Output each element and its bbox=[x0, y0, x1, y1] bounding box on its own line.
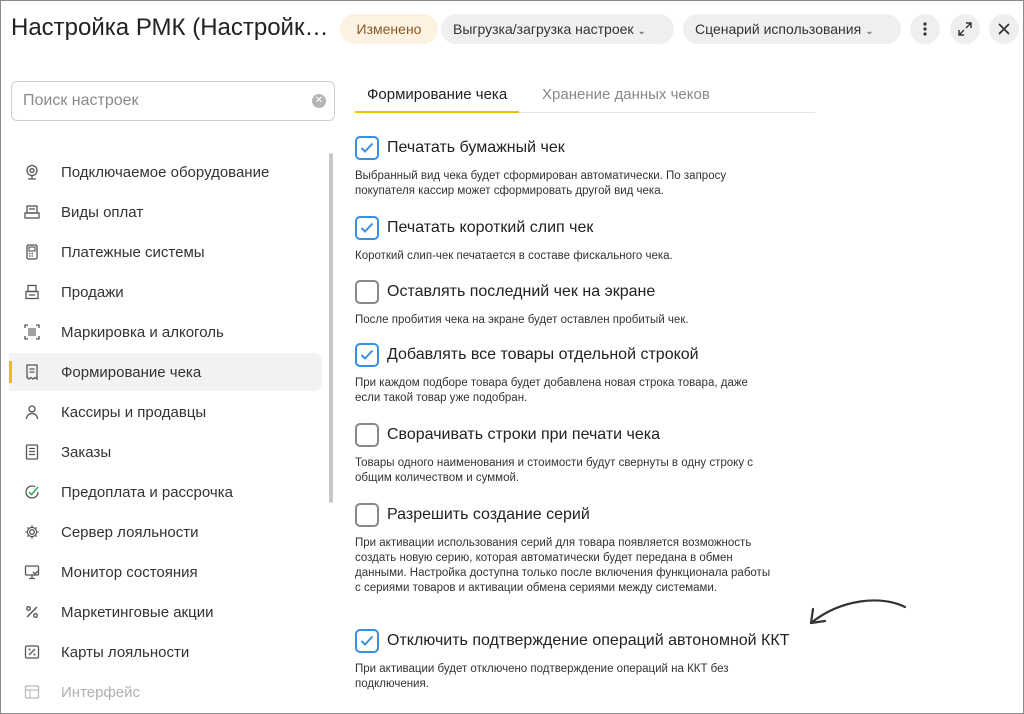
sidebar-item-equipment[interactable]: Подключаемое оборудование bbox=[9, 153, 322, 191]
setting-label: Оставлять последний чек на экране bbox=[387, 283, 656, 300]
setting-label: Печатать короткий слип чек bbox=[387, 219, 594, 236]
sidebar-item-label: Подключаемое оборудование bbox=[61, 163, 270, 181]
document-list-icon bbox=[23, 443, 41, 461]
checkbox[interactable] bbox=[355, 216, 379, 240]
sidebar-item-label: Маркировка и алкоголь bbox=[61, 323, 224, 341]
receipt-icon bbox=[23, 363, 41, 381]
sidebar-item-label: Формирование чека bbox=[61, 363, 202, 381]
sidebar-item-payment-types[interactable]: Виды оплат bbox=[9, 193, 322, 231]
sidebar-item-payment-systems[interactable]: Платежные системы bbox=[9, 233, 322, 271]
setting-description: При активации использования серий для то… bbox=[355, 537, 771, 594]
expand-icon bbox=[958, 22, 972, 36]
sidebar-item-loyalty-server[interactable]: Сервер лояльности bbox=[9, 513, 322, 551]
more-vertical-icon bbox=[923, 22, 927, 36]
sidebar-item-loyalty-cards[interactable]: Карты лояльности bbox=[9, 633, 322, 671]
sidebar-item-cashiers[interactable]: Кассиры и продавцы bbox=[9, 393, 322, 431]
sidebar-item-label: Интерфейс bbox=[61, 683, 141, 701]
setting-label: Разрешить создание серий bbox=[387, 506, 590, 523]
sidebar-item-receipt-formation[interactable]: Формирование чека bbox=[9, 353, 322, 391]
sidebar-item-label: Маркетинговые акции bbox=[61, 603, 214, 621]
sidebar-item-label: Заказы bbox=[61, 443, 112, 461]
pos-terminal-icon bbox=[23, 243, 41, 261]
export-import-menu-label: Выгрузка/загрузка настроек bbox=[453, 21, 634, 37]
usage-scenario-menu-button[interactable]: Сценарий использования ⌄ bbox=[683, 14, 901, 44]
setting-description: При активации будет отключено подтвержде… bbox=[355, 663, 729, 690]
more-options-button[interactable] bbox=[910, 14, 940, 44]
gear-icon bbox=[23, 523, 41, 541]
sidebar-item-sales[interactable]: Продажи bbox=[9, 273, 322, 311]
tab-receipt-formation[interactable]: Формирование чека bbox=[355, 81, 520, 113]
checkbox[interactable] bbox=[355, 629, 379, 653]
close-icon bbox=[998, 23, 1010, 35]
settings-window: Настройка РМК (Настройк… Изменено Выгруз… bbox=[0, 0, 1024, 714]
sidebar-item-label: Продажи bbox=[61, 283, 124, 301]
cash-register-icon bbox=[23, 283, 41, 301]
sidebar-item-status-monitor[interactable]: Монитор состояния bbox=[9, 553, 322, 591]
barcode-scan-icon bbox=[23, 323, 41, 341]
checkbox[interactable] bbox=[355, 280, 379, 304]
close-window-button[interactable] bbox=[989, 14, 1019, 44]
setting-description: После пробития чека на экране будет оста… bbox=[355, 314, 689, 326]
sidebar-item-prepayment[interactable]: Предоплата и рассрочка bbox=[9, 473, 322, 511]
export-import-menu-button[interactable]: Выгрузка/загрузка настроек ⌄ bbox=[441, 14, 674, 44]
sidebar-item-label: Предоплата и рассрочка bbox=[61, 483, 233, 501]
setting-description: Выбранный вид чека будет сформирован авт… bbox=[355, 170, 727, 197]
monitor-icon bbox=[23, 563, 41, 581]
setting-label: Добавлять все товары отдельной строкой bbox=[387, 346, 699, 363]
sidebar-item-marketing[interactable]: Маркетинговые акции bbox=[9, 593, 322, 631]
sidebar-item-label: Виды оплат bbox=[61, 203, 144, 221]
percent-card-icon bbox=[23, 643, 41, 661]
window-header: Настройка РМК (Настройк… Изменено Выгруз… bbox=[1, 1, 1023, 59]
chevron-down-icon: ⌄ bbox=[637, 26, 646, 37]
setting-label: Отключить подтверждение операций автоном… bbox=[387, 632, 790, 649]
sidebar-item-label: Кассиры и продавцы bbox=[61, 403, 207, 421]
sidebar-item-interface[interactable]: Интерфейс bbox=[9, 673, 322, 711]
sidebar-item-label: Сервер лояльности bbox=[61, 523, 199, 541]
clear-search-icon[interactable]: ✕ bbox=[312, 94, 326, 108]
sidebar-item-label: Карты лояльности bbox=[61, 643, 190, 661]
expand-window-button[interactable] bbox=[950, 14, 980, 44]
setting-description: При каждом подборе товара будет добавлен… bbox=[355, 377, 748, 404]
checkmark-icon bbox=[360, 635, 374, 646]
sidebar-item-label: Монитор состояния bbox=[61, 563, 198, 581]
interface-icon bbox=[23, 683, 41, 701]
setting-description: Короткий слип-чек печатается в составе ф… bbox=[355, 250, 673, 262]
checkbox[interactable] bbox=[355, 503, 379, 527]
checkmark-icon bbox=[360, 222, 374, 233]
sidebar-scrollbar[interactable] bbox=[329, 153, 333, 503]
status-badge: Изменено bbox=[340, 14, 438, 44]
sidebar-nav: Подключаемое оборудование Виды оплат Пла… bbox=[1, 151, 331, 711]
check-circle-icon bbox=[23, 483, 41, 501]
page-title: Настройка РМК (Настройк… bbox=[11, 14, 329, 41]
sidebar-item-label: Платежные системы bbox=[61, 243, 205, 261]
setting-label: Сворачивать строки при печати чека bbox=[387, 426, 661, 443]
card-terminal-icon bbox=[23, 203, 41, 221]
sidebar-item-orders[interactable]: Заказы bbox=[9, 433, 322, 471]
checkmark-icon bbox=[360, 142, 374, 153]
checkbox[interactable] bbox=[355, 343, 379, 367]
checkmark-icon bbox=[360, 349, 374, 360]
percent-icon bbox=[23, 603, 41, 621]
search-input[interactable] bbox=[12, 82, 302, 120]
annotation-arrow-icon bbox=[809, 599, 907, 625]
setting-description: Товары одного наименования и стоимости б… bbox=[355, 457, 754, 484]
person-icon bbox=[23, 403, 41, 421]
checkbox[interactable] bbox=[355, 423, 379, 447]
usage-scenario-menu-label: Сценарий использования bbox=[695, 21, 862, 37]
checkbox[interactable] bbox=[355, 136, 379, 160]
webcam-icon bbox=[23, 163, 41, 181]
sidebar-item-marking[interactable]: Маркировка и алкоголь bbox=[9, 313, 322, 351]
settings-search: ✕ bbox=[11, 81, 335, 121]
tab-receipt-storage[interactable]: Хранение данных чеков bbox=[530, 81, 722, 113]
chevron-down-icon: ⌄ bbox=[865, 26, 874, 37]
settings-tabs: Формирование чека Хранение данных чеков bbox=[355, 81, 815, 113]
setting-label: Печатать бумажный чек bbox=[387, 139, 565, 156]
